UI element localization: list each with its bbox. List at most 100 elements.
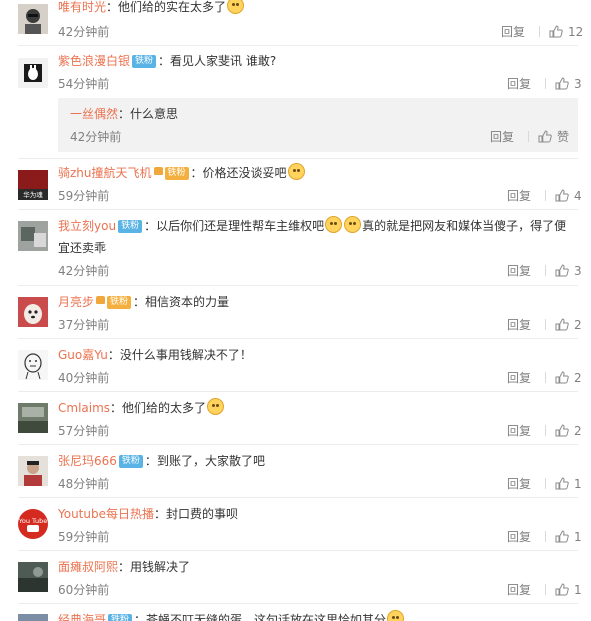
emoji-icon bbox=[287, 163, 305, 180]
comment-body: 骑zhu撞航天飞机 铁粉 ：价格还没谈妥吧 bbox=[58, 163, 306, 183]
comment-actions: 回复 4 bbox=[507, 187, 582, 205]
thumbs-up-icon[interactable] bbox=[549, 25, 563, 38]
comment-body: Youtube每日热播：封口费的事呗 bbox=[58, 504, 238, 524]
comment-text: 到账了，大家散了吧 bbox=[156, 454, 265, 468]
username-link[interactable]: 月亮步 bbox=[58, 295, 94, 309]
username-link[interactable]: 紫色浪漫白银 bbox=[58, 54, 130, 68]
divider bbox=[18, 497, 578, 498]
comment-time: 57分钟前 bbox=[58, 424, 110, 438]
colon: ： bbox=[107, 348, 120, 362]
thumbs-up-icon[interactable] bbox=[555, 189, 569, 202]
comment-time: 42分钟前 bbox=[58, 25, 110, 39]
reply-button[interactable]: 回复 bbox=[507, 475, 537, 493]
emoji-icon bbox=[207, 398, 225, 415]
avatar[interactable] bbox=[18, 221, 48, 251]
thumbs-up-icon[interactable] bbox=[555, 583, 569, 596]
avatar[interactable] bbox=[18, 614, 48, 621]
comment-text: 价格还没谈妥吧 bbox=[202, 166, 287, 180]
avatar[interactable]: You Tube bbox=[18, 509, 48, 539]
comment-time: 48分钟前 bbox=[58, 477, 110, 491]
username-link[interactable]: 面瘫叔阿熙 bbox=[58, 560, 118, 574]
emoji-icon bbox=[227, 0, 245, 14]
thumbs-up-icon[interactable] bbox=[555, 318, 569, 331]
avatar[interactable] bbox=[18, 456, 48, 486]
thumbs-up-icon[interactable] bbox=[555, 371, 569, 384]
avatar[interactable] bbox=[18, 403, 48, 433]
like-count: 1 bbox=[574, 583, 582, 597]
fan-badge: 铁粉 bbox=[108, 614, 133, 621]
username-link[interactable]: Cmlaims bbox=[58, 401, 110, 415]
avatar[interactable]: 华为魂 bbox=[18, 170, 48, 200]
thumbs-up-icon[interactable] bbox=[555, 477, 569, 490]
comment-actions: 回复 3 bbox=[507, 262, 582, 280]
username-link[interactable]: 一丝偶然 bbox=[70, 107, 118, 121]
sub-reply-box: 一丝偶然：什么意思 42分钟前 回复 赞 bbox=[58, 98, 578, 152]
comment-time: 54分钟前 bbox=[58, 77, 110, 91]
comment-text: 用钱解决了 bbox=[130, 560, 191, 574]
avatar[interactable] bbox=[18, 297, 48, 327]
like-count: 1 bbox=[574, 477, 582, 491]
sub-reply-body: 一丝偶然：什么意思 bbox=[70, 104, 178, 124]
crown-icon bbox=[96, 296, 106, 304]
divider bbox=[18, 391, 578, 392]
username-link[interactable]: Guo嘉Yu bbox=[58, 348, 108, 362]
reply-button[interactable]: 回复 bbox=[490, 128, 520, 146]
fan-badge: 铁粉 bbox=[118, 220, 143, 233]
divider bbox=[18, 550, 578, 551]
reply-button[interactable]: 回复 bbox=[507, 369, 537, 387]
colon: ： bbox=[144, 219, 157, 233]
avatar[interactable] bbox=[18, 4, 48, 34]
thumbs-up-icon[interactable] bbox=[538, 130, 552, 143]
comment-text: 什么意思 bbox=[130, 107, 179, 121]
comment-actions: 回复 3 bbox=[507, 75, 582, 93]
thumbs-up-icon[interactable] bbox=[555, 530, 569, 543]
reply-button[interactable]: 回复 bbox=[507, 75, 537, 93]
username-link[interactable]: Youtube每日热播 bbox=[58, 507, 154, 521]
username-link[interactable]: 唯有时光 bbox=[58, 0, 106, 14]
comment-time: 60分钟前 bbox=[58, 583, 110, 597]
comment-text: 封口费的事呗 bbox=[166, 507, 239, 521]
emoji-icon bbox=[387, 610, 405, 621]
colon: ： bbox=[133, 295, 146, 309]
action-divider bbox=[545, 190, 546, 201]
divider bbox=[18, 285, 578, 286]
reply-button[interactable]: 回复 bbox=[507, 581, 537, 599]
like-label[interactable]: 赞 bbox=[557, 128, 569, 146]
colon: ： bbox=[144, 454, 157, 468]
comment-body: 面瘫叔阿熙：用钱解决了 bbox=[58, 557, 190, 577]
colon: ： bbox=[118, 560, 131, 574]
comment-text: 没什么事用钱解决不了！ bbox=[119, 348, 252, 362]
thumbs-up-icon[interactable] bbox=[555, 77, 569, 90]
username-link[interactable]: 经典海哥 bbox=[58, 613, 106, 621]
reply-button[interactable]: 回复 bbox=[507, 316, 537, 334]
action-divider bbox=[545, 531, 546, 542]
comment-time: 40分钟前 bbox=[58, 371, 110, 385]
username-link[interactable]: 骑zhu撞航天飞机 bbox=[58, 166, 152, 180]
colon: ： bbox=[158, 54, 171, 68]
colon: ： bbox=[106, 0, 119, 14]
thumbs-up-icon[interactable] bbox=[555, 424, 569, 437]
action-divider bbox=[545, 78, 546, 89]
divider bbox=[18, 45, 578, 46]
reply-button[interactable]: 回复 bbox=[507, 187, 537, 205]
thumbs-up-icon[interactable] bbox=[555, 264, 569, 277]
comment-text: 以后你们还是理性帮车主维权吧 bbox=[156, 219, 325, 233]
reply-button[interactable]: 回复 bbox=[501, 23, 531, 41]
like-count: 3 bbox=[574, 77, 582, 91]
username-link[interactable]: 张尼玛666 bbox=[58, 454, 117, 468]
avatar[interactable] bbox=[18, 350, 48, 380]
comment-body: 张尼玛666 铁粉 ：到账了，大家散了吧 bbox=[58, 451, 265, 471]
like-count: 4 bbox=[574, 189, 582, 203]
fan-badge: 铁粉 bbox=[132, 55, 157, 68]
avatar[interactable] bbox=[18, 58, 48, 88]
username-link[interactable]: 我立刻you bbox=[58, 219, 116, 233]
comment-actions: 回复 1 bbox=[507, 528, 582, 546]
reply-button[interactable]: 回复 bbox=[507, 262, 537, 280]
divider bbox=[18, 338, 578, 339]
reply-button[interactable]: 回复 bbox=[507, 528, 537, 546]
like-count: 2 bbox=[574, 371, 582, 385]
avatar[interactable] bbox=[18, 562, 48, 592]
reply-button[interactable]: 回复 bbox=[507, 422, 537, 440]
comment-text: 看见人家斐讯 谁敢? bbox=[170, 54, 277, 68]
emoji-icon bbox=[325, 216, 343, 233]
